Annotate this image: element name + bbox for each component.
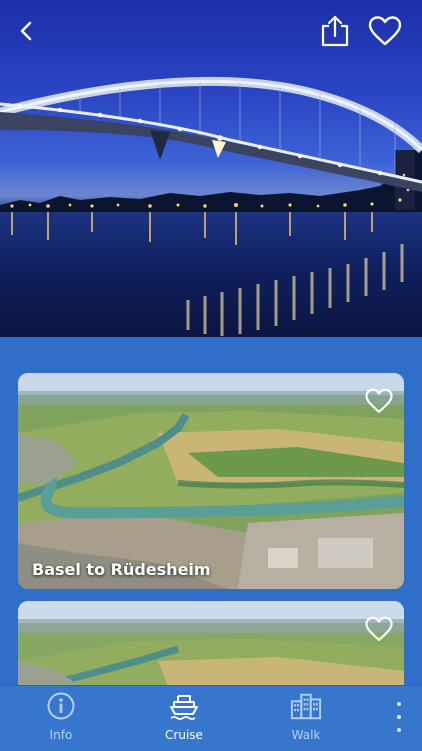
more-button[interactable] bbox=[392, 702, 406, 732]
river-aerial-photo bbox=[18, 601, 404, 685]
favorite-button[interactable] bbox=[366, 12, 404, 50]
back-button[interactable] bbox=[8, 12, 46, 50]
tab-cruise[interactable]: Cruise bbox=[144, 690, 224, 746]
chevron-left-icon bbox=[20, 21, 32, 41]
river-aerial-photo bbox=[18, 373, 404, 589]
heart-outline-icon bbox=[368, 16, 402, 46]
cruise-card[interactable] bbox=[18, 601, 404, 685]
share-icon bbox=[321, 15, 349, 47]
heart-outline-icon bbox=[365, 388, 393, 413]
cruise-card[interactable]: Basel to Rüdesheim bbox=[18, 373, 404, 589]
tab-walk[interactable]: Walk bbox=[266, 690, 346, 746]
bridge-night-photo bbox=[0, 76, 422, 337]
tab-cruise-label: Cruise bbox=[165, 728, 203, 742]
ship-icon bbox=[170, 695, 198, 720]
tab-info[interactable]: Info bbox=[21, 690, 101, 746]
buildings-icon bbox=[290, 693, 322, 720]
card-favorite-button[interactable] bbox=[364, 615, 394, 643]
tab-walk-label: Walk bbox=[291, 728, 321, 742]
share-button[interactable] bbox=[316, 12, 354, 50]
card-title: Basel to Rüdesheim bbox=[32, 560, 211, 579]
hero-image bbox=[0, 0, 422, 337]
heart-outline-icon bbox=[365, 616, 393, 641]
bottom-nav: Info Cruise Walk bbox=[0, 685, 422, 751]
cruise-list: Basel to Rüdesheim bbox=[0, 337, 422, 685]
card-favorite-button[interactable] bbox=[364, 387, 394, 415]
tab-info-label: Info bbox=[49, 728, 73, 742]
info-icon bbox=[47, 692, 75, 720]
more-vertical-icon bbox=[397, 702, 401, 706]
